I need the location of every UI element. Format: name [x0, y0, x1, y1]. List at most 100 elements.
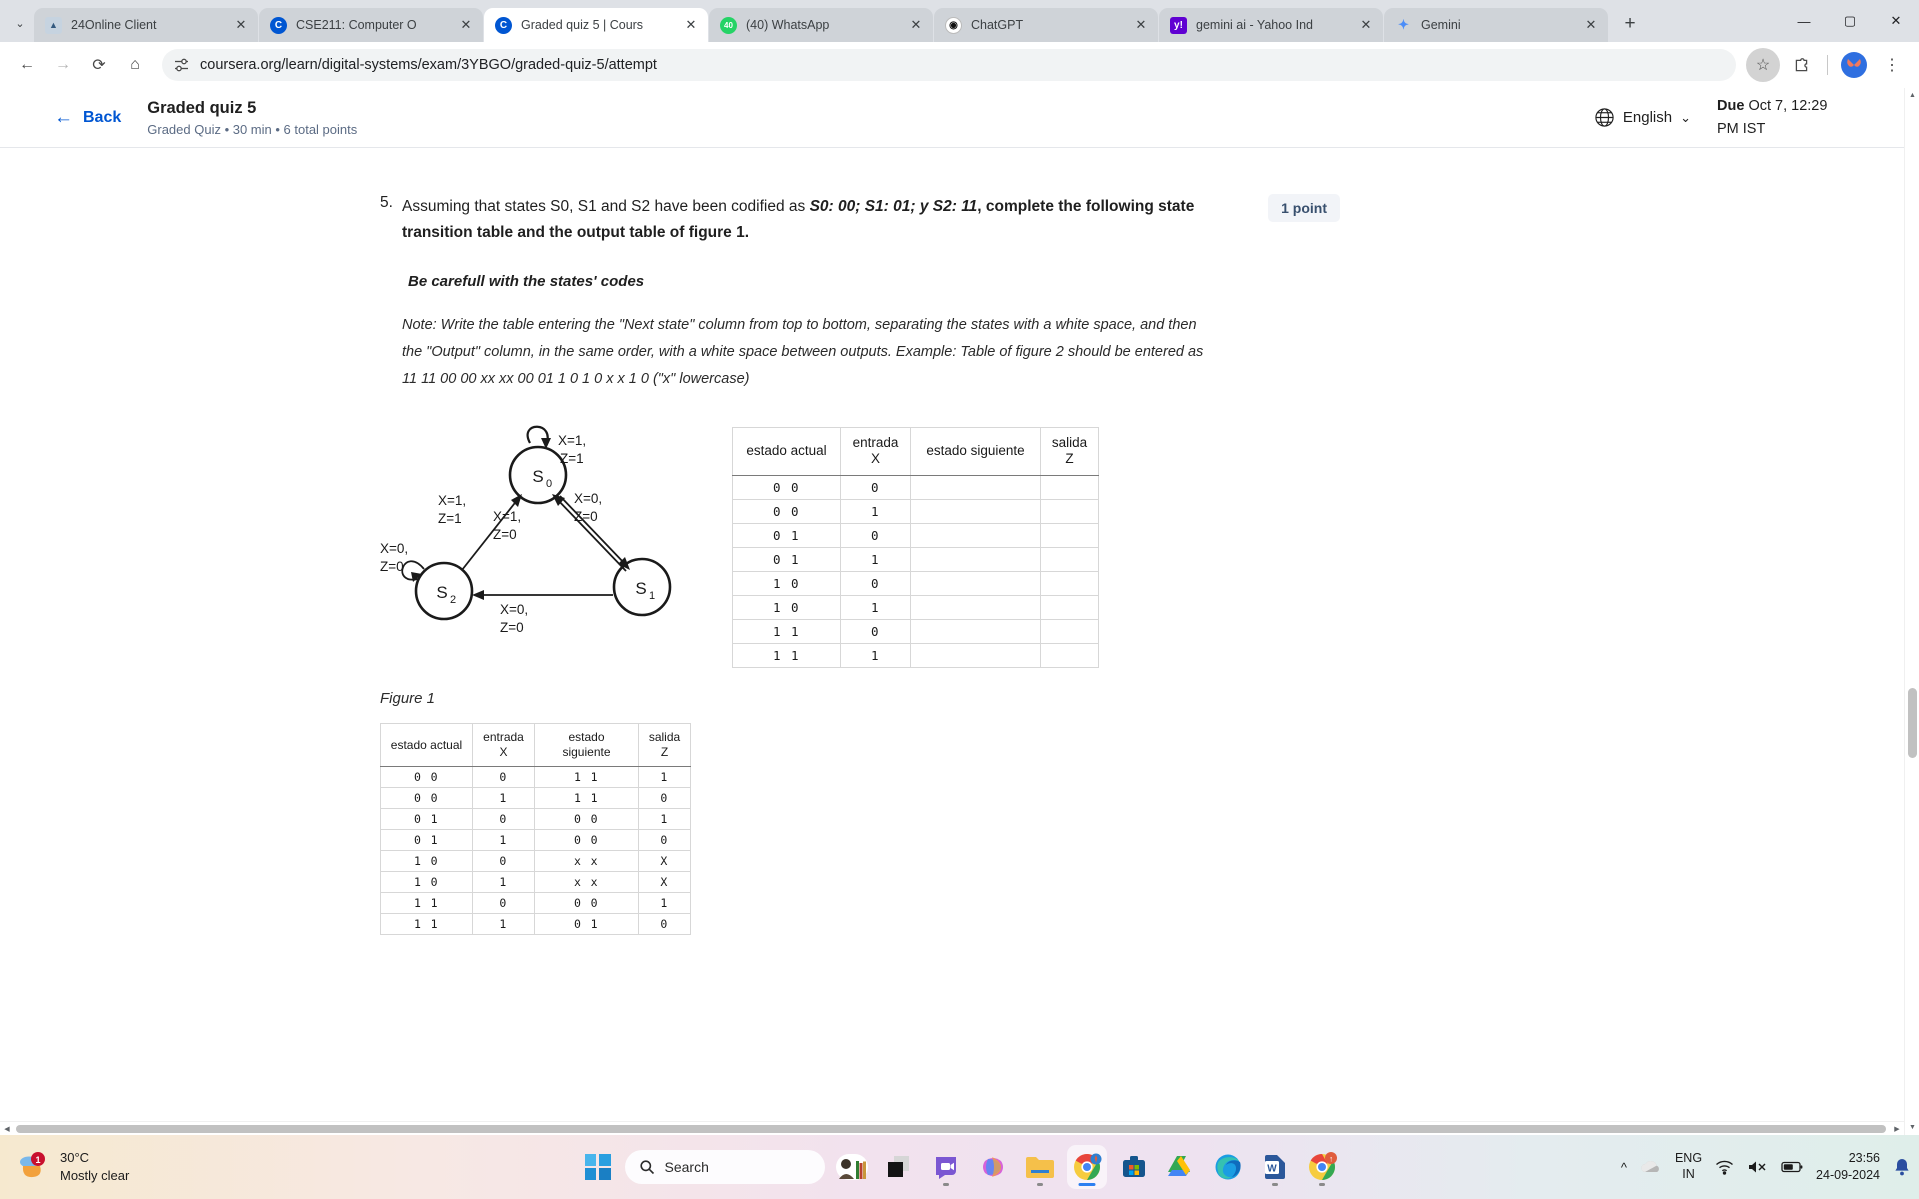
- teams-icon[interactable]: [926, 1145, 966, 1189]
- transition-label-s2-s0-line2: Z=1: [438, 511, 462, 526]
- tab-search-icon[interactable]: ⌄: [6, 6, 34, 40]
- cell-salida: 1: [638, 808, 691, 831]
- cell-salida: [1040, 523, 1099, 549]
- table-row: 0 01: [732, 499, 1099, 525]
- profile-avatar[interactable]: [1837, 48, 1871, 82]
- tab-close-icon[interactable]: ✕: [1357, 16, 1375, 34]
- header-right: English ⌄ Due Oct 7, 12:29 PM IST: [1594, 95, 1882, 140]
- language-selector[interactable]: English ⌄: [1594, 107, 1691, 128]
- volume-muted-icon[interactable]: [1747, 1159, 1768, 1175]
- google-drive-icon[interactable]: [1161, 1145, 1201, 1189]
- site-settings-icon[interactable]: [174, 57, 190, 73]
- edge-icon[interactable]: [1208, 1145, 1248, 1189]
- tab-close-icon[interactable]: ✕: [457, 16, 475, 34]
- tab-title: Graded quiz 5 | Cours: [521, 18, 644, 32]
- taskbar-weather-widget[interactable]: 1 30°C Mostly clear: [0, 1149, 129, 1184]
- table-row: 0 00: [732, 475, 1099, 501]
- word-icon[interactable]: W: [1255, 1145, 1295, 1189]
- home-icon[interactable]: ⌂: [118, 48, 152, 82]
- chrome-secondary-icon[interactable]: ↑: [1302, 1145, 1342, 1189]
- col-entrada: entrada X: [472, 723, 535, 768]
- cell-estado-actual: 0 1: [732, 523, 841, 549]
- cell-estado-actual: 0 0: [380, 787, 473, 810]
- copilot-icon[interactable]: [973, 1145, 1013, 1189]
- browser-tab-5[interactable]: y! gemini ai - Yahoo Ind ✕: [1159, 8, 1383, 42]
- back-button[interactable]: ← Back: [54, 107, 121, 129]
- cell-entrada: 0: [840, 523, 911, 549]
- extensions-puzzle-icon[interactable]: [1784, 48, 1818, 82]
- maximize-button[interactable]: ▢: [1827, 0, 1873, 42]
- tab-close-icon[interactable]: ✕: [682, 16, 700, 34]
- scroll-up-arrow-icon[interactable]: ▲: [1905, 88, 1919, 103]
- cell-estado-siguiente: 1 1: [534, 787, 639, 810]
- question-warning: Be carefull with the states' codes: [408, 273, 645, 291]
- people-photo-icon[interactable]: [832, 1145, 872, 1189]
- tab-close-icon[interactable]: ✕: [1582, 16, 1600, 34]
- browser-tab-2-active[interactable]: C Graded quiz 5 | Cours ✕: [484, 8, 708, 42]
- scroll-left-arrow-icon[interactable]: ◀: [0, 1125, 14, 1133]
- cell-estado-actual: 0 0: [732, 475, 841, 501]
- vertical-scrollbar[interactable]: ▲ ▼: [1904, 88, 1919, 1135]
- taskbar-clock[interactable]: 23:56 24-09-2024: [1816, 1150, 1880, 1184]
- clock-time: 23:56: [1848, 1151, 1880, 1166]
- horizontal-scroll-thumb[interactable]: [16, 1125, 1886, 1133]
- vertical-scroll-thumb[interactable]: [1908, 688, 1917, 758]
- browser-menu-icon[interactable]: ⋮: [1875, 48, 1909, 82]
- forward-navigation-icon[interactable]: →: [46, 48, 80, 82]
- close-window-button[interactable]: ✕: [1873, 0, 1919, 42]
- cell-estado-siguiente: [910, 523, 1041, 549]
- col-sublabel: X: [499, 745, 508, 760]
- chrome-icon[interactable]: [1066, 1145, 1107, 1189]
- wifi-icon[interactable]: [1715, 1159, 1734, 1175]
- browser-tab-1[interactable]: C CSE211: Computer O ✕: [259, 8, 483, 42]
- table-row: 1 10: [732, 619, 1099, 645]
- cell-estado-actual: 1 0: [380, 871, 473, 894]
- taskbar-search[interactable]: Search: [624, 1150, 825, 1184]
- tab-close-icon[interactable]: ✕: [1132, 16, 1150, 34]
- scroll-right-arrow-icon[interactable]: ▶: [1890, 1125, 1904, 1133]
- question-text-part1: Assuming that states S0, S1 and S2 have …: [402, 198, 810, 215]
- minimize-button[interactable]: —: [1781, 0, 1827, 42]
- reload-icon[interactable]: ⟳: [82, 48, 116, 82]
- table-row: 0 110 00: [380, 829, 691, 852]
- svg-text:S: S: [532, 467, 543, 486]
- onedrive-icon[interactable]: [1640, 1159, 1662, 1175]
- browser-tab-4[interactable]: ◉ ChatGPT ✕: [934, 8, 1158, 42]
- question-state-codes: S0: 00; S1: 01; y S2: 11: [809, 198, 978, 215]
- col-sublabel: Z: [660, 745, 669, 760]
- start-button[interactable]: [578, 1145, 618, 1189]
- battery-icon[interactable]: [1781, 1160, 1803, 1174]
- table-head: estado actual entrada X estado siguiente: [732, 426, 1099, 477]
- address-bar-url: coursera.org/learn/digital-systems/exam/…: [200, 57, 657, 73]
- cell-entrada: 0: [840, 619, 911, 645]
- tab-close-icon[interactable]: ✕: [907, 16, 925, 34]
- bell-icon[interactable]: [1893, 1157, 1911, 1177]
- transition-label-s0-s0-line1: X=1,: [558, 433, 586, 448]
- horizontal-scrollbar[interactable]: ◀ ▶: [0, 1121, 1904, 1135]
- cell-entrada: 1: [840, 547, 911, 573]
- scroll-down-arrow-icon[interactable]: ▼: [1905, 1120, 1919, 1135]
- cell-estado-siguiente: [910, 595, 1041, 621]
- transition-label-s0-s1-line2: Z=0: [574, 509, 598, 524]
- tab-close-icon[interactable]: ✕: [232, 16, 250, 34]
- bookmark-star-icon[interactable]: ☆: [1746, 48, 1780, 82]
- dark-squares-icon[interactable]: [879, 1145, 919, 1189]
- address-bar[interactable]: coursera.org/learn/digital-systems/exam/…: [162, 49, 1736, 81]
- col-estado-siguiente: estado siguiente: [910, 426, 1041, 477]
- browser-tab-0[interactable]: ▲ 24Online Client ✕: [34, 8, 258, 42]
- table-row: 1 100 01: [380, 892, 691, 915]
- back-navigation-icon[interactable]: ←: [10, 48, 44, 82]
- cell-estado-actual: 0 0: [732, 499, 841, 525]
- tray-expand-chevron-icon[interactable]: ^: [1621, 1160, 1627, 1175]
- tab-title: (40) WhatsApp: [746, 18, 830, 32]
- input-language-indicator[interactable]: ENG IN: [1675, 1151, 1702, 1182]
- file-explorer-icon[interactable]: [1020, 1145, 1060, 1189]
- cell-estado-actual: 1 1: [732, 643, 841, 669]
- microsoft-store-icon[interactable]: [1114, 1145, 1154, 1189]
- yahoo-icon: y!: [1170, 16, 1187, 34]
- transition-label-s0-s0-line2: Z=1: [560, 451, 584, 466]
- browser-tab-3[interactable]: 40 (40) WhatsApp ✕: [709, 8, 933, 42]
- new-tab-button[interactable]: +: [1615, 9, 1645, 39]
- browser-tab-6[interactable]: ✦ Gemini ✕: [1384, 8, 1608, 42]
- col-label: estado actual: [390, 737, 463, 752]
